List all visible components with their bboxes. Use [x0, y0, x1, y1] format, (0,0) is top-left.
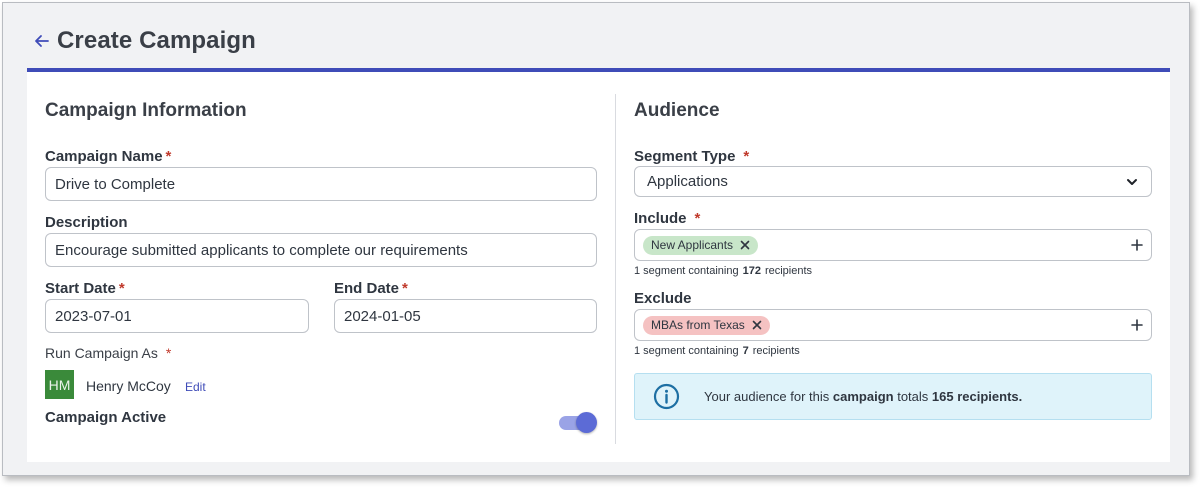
segment-type-label: Segment Type *: [634, 148, 749, 165]
campaign-name-field[interactable]: Drive to Complete: [45, 167, 597, 201]
end-date-value: 2024-01-05: [344, 307, 421, 325]
exclude-tag: MBAs from Texas: [643, 315, 770, 335]
required-mark: *: [694, 210, 701, 227]
tag-label: MBAs from Texas: [651, 318, 745, 332]
page-header: Create Campaign: [33, 27, 256, 55]
chevron-down-icon: [1127, 178, 1137, 185]
description-field[interactable]: Encourage submitted applicants to comple…: [45, 233, 597, 267]
alert-text-part: totals: [897, 389, 929, 404]
label-text: Include: [634, 210, 687, 227]
plus-icon[interactable]: [1131, 239, 1143, 251]
avatar: HM: [45, 370, 74, 399]
audience-total-alert: Your audience for this campaign totals 1…: [634, 373, 1152, 420]
start-date-value: 2023-07-01: [55, 307, 132, 325]
end-date-field[interactable]: 2024-01-05: [334, 299, 597, 333]
start-date-field[interactable]: 2023-07-01: [45, 299, 309, 333]
label-text: Segment Type: [634, 148, 736, 165]
exclude-count: 7: [742, 345, 749, 357]
label-text: Run Campaign As: [45, 345, 158, 361]
edit-run-as-link[interactable]: Edit: [185, 380, 206, 394]
close-icon[interactable]: [752, 320, 762, 330]
campaign-name-value: Drive to Complete: [55, 175, 176, 193]
hint-text: 1 segment containing: [634, 345, 739, 357]
end-date-label: End Date *: [334, 280, 408, 297]
required-mark: *: [118, 280, 125, 297]
include-label: Include *: [634, 210, 700, 227]
exclude-segments-field[interactable]: MBAs from Texas: [634, 309, 1152, 341]
required-mark: *: [165, 345, 172, 361]
app-window: Create Campaign Campaign Information Cam…: [2, 2, 1190, 476]
toggle-knob: [576, 412, 597, 433]
hint-text: 1 segment containing: [634, 265, 739, 277]
campaign-form-card: Campaign Information Campaign Name * Driv…: [27, 68, 1170, 462]
label-text: End Date: [334, 280, 400, 297]
required-mark: *: [743, 148, 750, 165]
section-title: Audience: [634, 100, 720, 121]
campaign-active-label: Campaign Active: [45, 409, 167, 426]
campaign-active-toggle[interactable]: [559, 412, 597, 433]
include-count: 172: [742, 265, 761, 277]
column-divider: [615, 94, 616, 444]
campaign-name-label: Campaign Name *: [45, 148, 171, 165]
hint-text: recipients: [752, 345, 800, 357]
exclude-summary: 1 segment containing 7 recipients: [634, 345, 800, 357]
segment-type-select[interactable]: Applications: [634, 166, 1152, 197]
alert-text: Your audience for this campaign totals 1…: [704, 389, 1022, 404]
required-mark: *: [165, 148, 172, 165]
info-circle-icon: [653, 383, 680, 410]
plus-icon[interactable]: [1131, 319, 1143, 331]
user-name: Henry McCoy: [86, 378, 171, 394]
hint-text: recipients: [764, 265, 813, 277]
label-text: Start Date: [45, 280, 116, 297]
run-as-label: Run Campaign As *: [45, 345, 171, 361]
alert-text-bold: campaign: [832, 389, 894, 404]
description-value: Encourage submitted applicants to comple…: [55, 241, 468, 259]
alert-text-part: Your audience for this: [704, 389, 830, 404]
exclude-label: Exclude: [634, 290, 692, 307]
close-icon[interactable]: [740, 240, 750, 250]
start-date-label: Start Date *: [45, 280, 125, 297]
label-text: Campaign Name: [45, 148, 163, 165]
include-segments-field[interactable]: New Applicants: [634, 229, 1152, 261]
include-summary: 1 segment containing 172 recipients: [634, 265, 812, 277]
section-title: Campaign Information: [45, 100, 247, 121]
tag-label: New Applicants: [651, 238, 734, 252]
include-tag: New Applicants: [643, 235, 759, 255]
arrow-left-icon[interactable]: [33, 32, 51, 50]
alert-total: 165 recipients.: [931, 389, 1023, 404]
segment-type-value: Applications: [647, 173, 728, 190]
page-title: Create Campaign: [57, 27, 256, 54]
description-label: Description: [45, 214, 128, 231]
required-mark: *: [402, 280, 408, 297]
